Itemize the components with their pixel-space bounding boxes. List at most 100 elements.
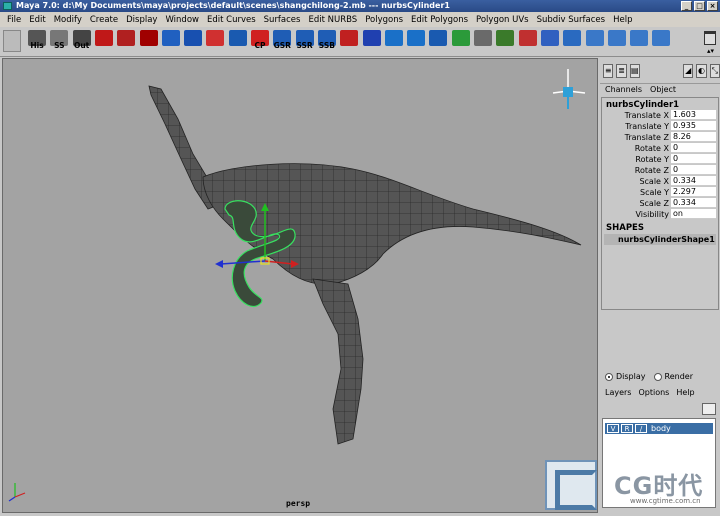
shelf-combine-button[interactable] bbox=[517, 30, 539, 53]
display-radio[interactable]: Display bbox=[605, 372, 646, 381]
shelf-subdiv-button[interactable] bbox=[628, 30, 650, 53]
attr-row-rotate-z: Rotate Z0 bbox=[602, 165, 718, 176]
shelf-ssb-button[interactable]: SSB bbox=[316, 30, 338, 53]
shelf-shader-button[interactable] bbox=[450, 30, 472, 53]
shelf: ▴▾ His SS Out CP GSR SSR SSB bbox=[0, 27, 720, 57]
combine-icon bbox=[518, 30, 537, 46]
attribute-editor-icon[interactable]: ≣ bbox=[616, 63, 627, 78]
shelf-cp-button[interactable]: CP bbox=[249, 30, 271, 53]
menu-edit-polygons[interactable]: Edit Polygons bbox=[407, 15, 472, 25]
sphere-icon bbox=[384, 30, 403, 46]
shelf-scroll-arrows[interactable]: ▴▾ bbox=[707, 47, 714, 55]
shelf-select-button[interactable] bbox=[93, 30, 115, 53]
cylinder-icon bbox=[407, 30, 426, 46]
node-name[interactable]: nurbsCylinder1 bbox=[602, 98, 718, 110]
tab-channels[interactable]: Channels bbox=[605, 84, 642, 96]
shelf-his-button[interactable]: His bbox=[26, 30, 48, 53]
scale-icon[interactable]: ⤡ bbox=[709, 63, 720, 78]
menu-polygon-uvs[interactable]: Polygon UVs bbox=[472, 15, 533, 25]
layer-visibility-toggle[interactable]: V bbox=[607, 424, 619, 433]
perspective-viewport[interactable]: persp bbox=[2, 58, 598, 513]
attr-value-field[interactable]: 1.603 bbox=[671, 110, 716, 120]
attr-value-field[interactable]: 0.334 bbox=[671, 198, 716, 208]
attr-value-field[interactable]: 0 bbox=[671, 143, 716, 153]
layer-name: body bbox=[651, 424, 671, 433]
tool-settings-icon[interactable]: ▤ bbox=[629, 63, 640, 78]
maximize-button[interactable]: □ bbox=[694, 1, 705, 11]
shelf-reflect-button[interactable] bbox=[472, 30, 494, 53]
attribute-list: Translate X 1.603 Translate Y 0.935 Translat… bbox=[602, 110, 718, 220]
shelf-sew-button[interactable] bbox=[338, 30, 360, 53]
view-cube-icon[interactable] bbox=[552, 69, 586, 109]
shelf-ss-button[interactable]: SS bbox=[48, 30, 70, 53]
shelf-ssr-button[interactable]: SSR bbox=[294, 30, 316, 53]
cube-icon bbox=[429, 30, 448, 46]
tab-object[interactable]: Object bbox=[650, 84, 676, 96]
menu-edit-curves[interactable]: Edit Curves bbox=[203, 15, 260, 25]
shelf-cylinder-button[interactable] bbox=[405, 30, 427, 53]
shelf-sphere-button[interactable] bbox=[383, 30, 405, 53]
shelf-smooth-button[interactable] bbox=[606, 30, 628, 53]
layer-mode-row: Display Render bbox=[605, 372, 693, 381]
attr-value-field[interactable]: 2.297 bbox=[671, 187, 716, 197]
menu-help[interactable]: Help bbox=[609, 15, 636, 25]
channel-box-icon[interactable]: ≡ bbox=[603, 63, 614, 78]
shelf-cut-button[interactable] bbox=[539, 30, 561, 53]
shelf-cube-button[interactable] bbox=[427, 30, 449, 53]
attr-value-field[interactable]: 0.334 bbox=[671, 176, 716, 186]
menu-edit-nurbs[interactable]: Edit NURBS bbox=[304, 15, 361, 25]
menu-window[interactable]: Window bbox=[161, 15, 203, 25]
shading-icon[interactable]: ◐ bbox=[696, 63, 707, 78]
attr-row-translate-z: Translate Z 8.26 bbox=[602, 132, 718, 143]
shelf-out-label: Out bbox=[73, 41, 90, 50]
shelf-lasso-button[interactable] bbox=[115, 30, 137, 53]
menu-layers[interactable]: Layers bbox=[605, 388, 631, 397]
layer-row[interactable]: V R / body bbox=[605, 423, 713, 434]
shelf-normals-button[interactable] bbox=[494, 30, 516, 53]
render-radio[interactable]: Render bbox=[653, 372, 693, 381]
attr-value-field[interactable]: 0 bbox=[671, 165, 716, 175]
shelf-move-button[interactable] bbox=[138, 30, 160, 53]
layer-reference-toggle[interactable]: R bbox=[621, 424, 633, 433]
shelf-handle[interactable] bbox=[3, 30, 21, 52]
attr-value-field[interactable]: 0 bbox=[671, 154, 716, 164]
shelf-out-button[interactable]: Out bbox=[71, 30, 93, 53]
menu-surfaces[interactable]: Surfaces bbox=[260, 15, 305, 25]
shelf-split-button[interactable] bbox=[160, 30, 182, 53]
attr-name: Translate X bbox=[624, 111, 669, 120]
menu-create[interactable]: Create bbox=[86, 15, 122, 25]
attr-name: Translate Y bbox=[625, 122, 669, 131]
menu-subdiv-surfaces[interactable]: Subdiv Surfaces bbox=[533, 15, 609, 25]
channel-box: nurbsCylinder1 Translate X 1.603 Translate… bbox=[601, 97, 719, 310]
minimize-button[interactable]: _ bbox=[681, 1, 692, 11]
menu-help[interactable]: Help bbox=[676, 388, 694, 397]
shelf-uv-button[interactable] bbox=[650, 30, 672, 53]
new-layer-icon[interactable] bbox=[702, 403, 716, 415]
shelf-circle-button[interactable] bbox=[361, 30, 383, 53]
shelf-mesh-button[interactable] bbox=[584, 30, 606, 53]
menu-display[interactable]: Display bbox=[122, 15, 161, 25]
menu-modify[interactable]: Modify bbox=[50, 15, 86, 25]
menu-file[interactable]: File bbox=[3, 15, 25, 25]
close-button[interactable]: × bbox=[707, 1, 718, 11]
attr-value-field[interactable]: 0.935 bbox=[671, 121, 716, 131]
trash-icon[interactable] bbox=[704, 31, 716, 45]
menu-options[interactable]: Options bbox=[638, 388, 669, 397]
shape-node[interactable]: nurbsCylinderShape1 bbox=[604, 234, 716, 245]
attr-row-visibility: Visibility on bbox=[602, 209, 718, 220]
shelf-gsr-button[interactable]: GSR bbox=[271, 30, 293, 53]
dino-leg bbox=[312, 278, 364, 445]
move-icon bbox=[139, 30, 158, 46]
attr-value-field[interactable]: on bbox=[671, 209, 716, 219]
pivot-icon bbox=[563, 30, 582, 46]
shelf-extrude-button[interactable] bbox=[182, 30, 204, 53]
attr-value-field[interactable]: 8.26 bbox=[671, 132, 716, 142]
shelf-bevel-button[interactable] bbox=[204, 30, 226, 53]
shelf-wedge-button[interactable] bbox=[227, 30, 249, 53]
layer-edit-icon[interactable]: / bbox=[635, 424, 647, 433]
render-icon[interactable]: ◢ bbox=[682, 63, 694, 78]
menu-edit[interactable]: Edit bbox=[25, 15, 49, 25]
menu-polygons[interactable]: Polygons bbox=[361, 15, 407, 25]
shelf-pivot-button[interactable] bbox=[561, 30, 583, 53]
attr-row-scale-x: Scale X 0.334 bbox=[602, 176, 718, 187]
